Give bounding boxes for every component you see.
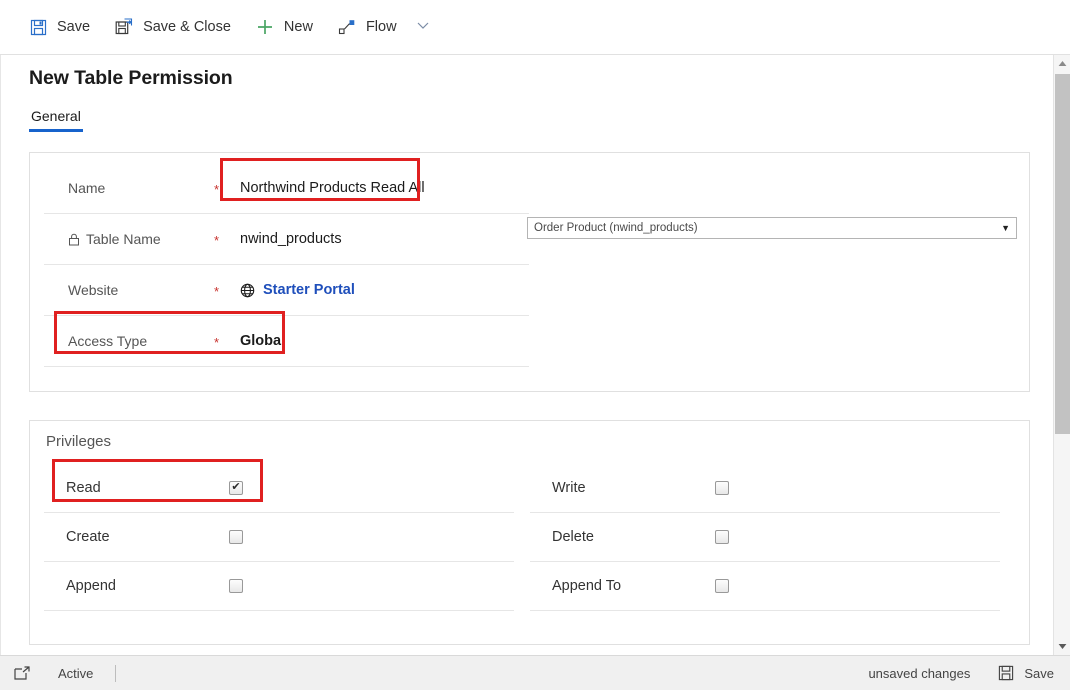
privilege-label-append-to: Append To — [552, 578, 622, 594]
field-row-table-name: Table Name * nwind_products — [44, 214, 529, 265]
privilege-label-write: Write — [552, 480, 586, 496]
lock-icon — [68, 233, 80, 246]
status-bar-left: Active — [0, 664, 117, 682]
status-bar: Active unsaved changes Save — [0, 655, 1070, 690]
scroll-down-arrow-icon[interactable] — [1054, 638, 1070, 655]
privilege-row-read: Read ✔ — [44, 464, 514, 513]
field-label-name-text: Name — [68, 180, 106, 196]
open-record-icon[interactable] — [14, 665, 30, 681]
tab-general-label: General — [31, 108, 81, 124]
field-label-access-type: Access Type — [44, 333, 214, 349]
new-button[interactable]: New — [243, 8, 325, 46]
field-label-website: Website — [44, 282, 214, 298]
scroll-up-arrow-icon[interactable] — [1054, 55, 1070, 72]
save-and-close-floppy-icon — [114, 17, 134, 37]
status-bar-divider — [115, 664, 117, 682]
required-indicator-access-type: * — [214, 334, 220, 350]
privilege-label-read: Read — [66, 480, 101, 496]
privilege-row-write: Write ✔ — [530, 464, 1000, 513]
form-tab-strip: General — [29, 108, 105, 132]
privilege-checkbox-append[interactable]: ✔ — [229, 579, 243, 593]
new-button-label: New — [283, 18, 313, 35]
privilege-checkbox-append-to[interactable]: ✔ — [715, 579, 729, 593]
required-indicator-table-name: * — [214, 232, 220, 248]
save-and-close-button-label: Save & Close — [143, 18, 231, 35]
field-value-name[interactable]: Northwind Products Read All — [240, 180, 425, 196]
form-body: New Table Permission General Name * Nort… — [0, 55, 1070, 655]
status-bar-save-button[interactable]: Save — [996, 663, 1054, 683]
website-link[interactable]: Starter Portal — [263, 282, 355, 298]
status-bar-save-label: Save — [1024, 665, 1054, 681]
required-indicator-name: * — [214, 181, 220, 197]
plus-icon — [255, 17, 275, 37]
flow-button-label: Flow — [365, 18, 397, 35]
privilege-row-append-to: Append To ✔ — [530, 562, 1000, 611]
save-and-close-button[interactable]: Save & Close — [102, 8, 243, 46]
field-row-access-type: Access Type * Global — [44, 316, 529, 367]
scrollbar-thumb[interactable] — [1055, 74, 1070, 434]
table-permission-form-window: Save Save & Close New Flow New Table Per… — [0, 0, 1070, 690]
field-value-table-name[interactable]: nwind_products — [240, 231, 342, 247]
privileges-section-card: Privileges Read ✔ Create ✔ Append ✔ — [29, 420, 1030, 645]
field-row-website: Website * Starter Portal — [44, 265, 529, 316]
field-label-access-type-text: Access Type — [68, 333, 148, 349]
unsaved-changes-label: unsaved changes — [868, 665, 971, 681]
command-bar-overflow-button[interactable] — [409, 8, 437, 46]
table-name-lookup-select[interactable]: Order Product (nwind_products) ▼ — [527, 217, 1017, 239]
privilege-row-delete: Delete ✔ — [530, 513, 1000, 562]
chevron-down-icon: ▼ — [1001, 223, 1010, 233]
general-section-card: Name * Northwind Products Read All Table… — [29, 152, 1030, 392]
table-name-lookup-value: Order Product (nwind_products) — [534, 222, 698, 234]
save-button-label: Save — [57, 18, 91, 35]
command-bar: Save Save & Close New Flow — [0, 0, 1070, 55]
field-value-website[interactable]: Starter Portal — [240, 282, 355, 298]
record-state-label: Active — [58, 665, 94, 681]
globe-icon — [240, 283, 255, 298]
status-bar-right: unsaved changes Save — [868, 663, 1070, 683]
privilege-row-create: Create ✔ — [44, 513, 514, 562]
privilege-label-delete: Delete — [552, 529, 594, 545]
privilege-checkbox-write[interactable]: ✔ — [715, 481, 729, 495]
privilege-row-append: Append ✔ — [44, 562, 514, 611]
required-indicator-website: * — [214, 283, 220, 299]
field-label-table-name-text: Table Name — [86, 231, 161, 247]
privilege-label-append: Append — [66, 578, 116, 594]
privilege-checkbox-read[interactable]: ✔ — [229, 481, 243, 495]
check-icon: ✔ — [231, 481, 241, 493]
vertical-scrollbar[interactable] — [1053, 55, 1070, 655]
save-floppy-icon — [28, 17, 48, 37]
field-value-access-type[interactable]: Global — [240, 333, 285, 349]
save-floppy-icon — [996, 663, 1016, 683]
field-label-table-name: Table Name — [44, 231, 214, 247]
save-button[interactable]: Save — [16, 8, 102, 46]
page-title: New Table Permission — [29, 67, 233, 89]
privilege-checkbox-create[interactable]: ✔ — [229, 530, 243, 544]
field-label-name: Name — [44, 180, 214, 196]
flow-button[interactable]: Flow — [325, 8, 409, 46]
privilege-checkbox-delete[interactable]: ✔ — [715, 530, 729, 544]
flow-icon — [337, 17, 357, 37]
privileges-heading: Privileges — [46, 433, 112, 450]
field-label-website-text: Website — [68, 282, 119, 298]
chevron-down-icon — [416, 18, 430, 37]
privilege-label-create: Create — [66, 529, 110, 545]
tab-general[interactable]: General — [29, 108, 83, 132]
field-row-name: Name * Northwind Products Read All — [44, 163, 529, 214]
